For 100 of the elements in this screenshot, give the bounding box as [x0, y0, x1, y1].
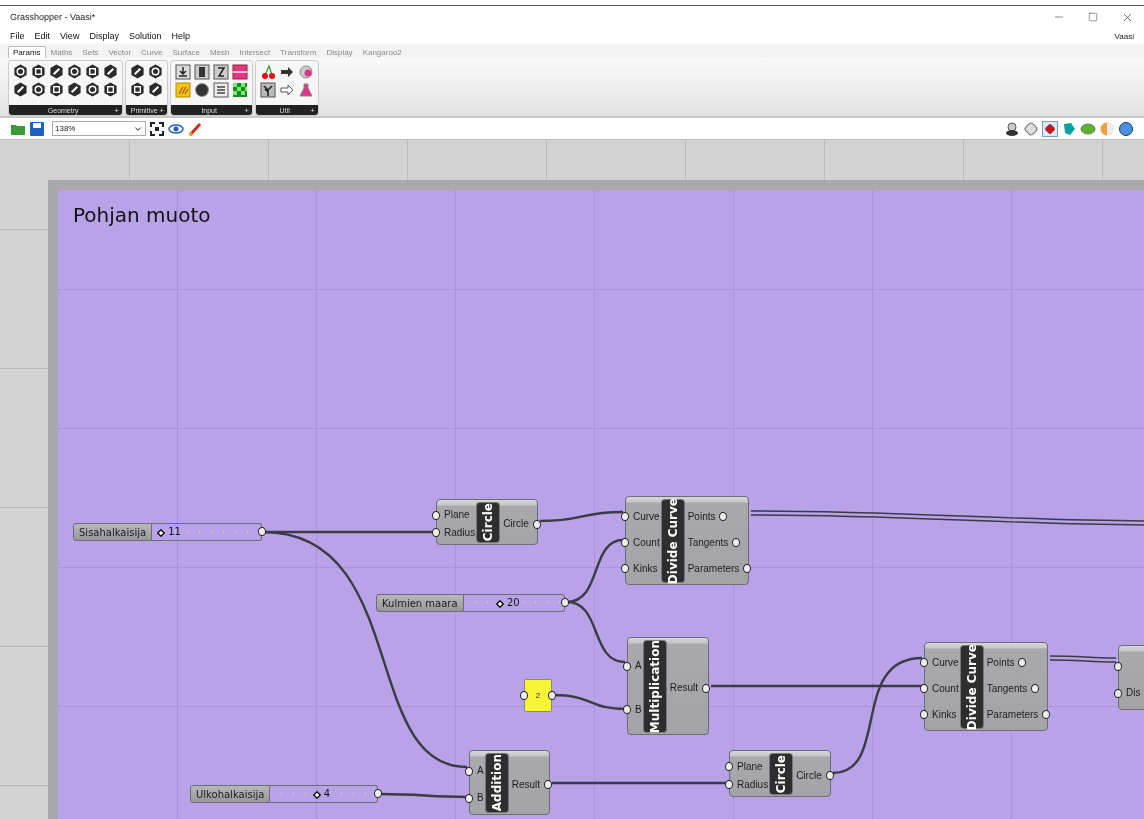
checker-icon[interactable]: [232, 82, 248, 98]
ribbon-tab[interactable]: Surface: [167, 46, 205, 58]
slider-grip-icon[interactable]: [157, 529, 166, 537]
hexagon-icon[interactable]: [13, 64, 28, 79]
input-port[interactable]: [520, 691, 528, 700]
output-port[interactable]: [1042, 710, 1051, 719]
input-port[interactable]: [465, 793, 473, 803]
hexagon-icon[interactable]: [13, 82, 28, 97]
zoom-extents-icon[interactable]: [149, 120, 165, 137]
output-port[interactable]: [743, 564, 752, 573]
ribbon-tab[interactable]: Curve: [136, 46, 168, 58]
hexagon-icon[interactable]: [85, 82, 100, 97]
globe-icon[interactable]: [1118, 120, 1134, 137]
output-label: Points: [687, 510, 716, 522]
hexagon-icon[interactable]: [31, 64, 46, 79]
input-port[interactable]: [1114, 661, 1122, 671]
ribbon-tab[interactable]: Params: [8, 46, 46, 58]
hexagon-icon[interactable]: [130, 64, 145, 79]
expand-button[interactable]: +: [159, 105, 164, 115]
output-port[interactable]: [561, 598, 569, 607]
output-port[interactable]: [732, 538, 741, 547]
output-port[interactable]: [374, 789, 382, 798]
input-label: Kinks: [932, 708, 957, 720]
gradient-icon[interactable]: [232, 64, 248, 80]
list-icon[interactable]: [213, 82, 229, 98]
input-label: Curve: [633, 510, 660, 522]
hexagon-icon[interactable]: [130, 82, 145, 97]
wire: [566, 600, 626, 664]
menu-item[interactable]: File: [10, 31, 25, 41]
shaded-icon[interactable]: [1042, 120, 1058, 137]
hexagon-icon[interactable]: [148, 64, 163, 79]
output-port[interactable]: [1018, 658, 1027, 667]
flask-icon[interactable]: [298, 82, 314, 98]
slider-track[interactable]: 4: [270, 785, 378, 803]
hexagon-icon[interactable]: [49, 64, 64, 79]
menu-item[interactable]: View: [60, 31, 80, 41]
slider-track[interactable]: 20: [463, 594, 565, 612]
menu-item[interactable]: Help: [171, 31, 190, 41]
hexagon-icon[interactable]: [67, 82, 82, 97]
save-icon[interactable]: [29, 120, 45, 137]
output-label: Parameters: [687, 562, 740, 574]
cherry-icon[interactable]: [260, 64, 276, 80]
ellipsoid-icon[interactable]: [1080, 120, 1096, 137]
input-port[interactable]: [920, 684, 928, 693]
output-port[interactable]: [548, 691, 556, 700]
input-port[interactable]: [465, 766, 473, 776]
component-title: Addition: [485, 754, 508, 812]
output-label: Tangents: [986, 682, 1028, 694]
number-panel[interactable]: 2: [524, 679, 552, 712]
outline-arrow-icon[interactable]: [279, 82, 295, 98]
slider-label: Sisahalkaisija: [73, 523, 153, 541]
arrow-icon[interactable]: [279, 64, 295, 80]
component-title: Circle: [477, 503, 500, 542]
input-port[interactable]: [623, 661, 631, 671]
expand-button[interactable]: +: [114, 105, 119, 115]
slider-grip-icon[interactable]: [495, 600, 504, 608]
input-port[interactable]: [920, 658, 928, 667]
slider-grip-icon[interactable]: [312, 791, 321, 799]
solid-icon[interactable]: [1061, 120, 1077, 137]
input-port[interactable]: [920, 710, 928, 719]
tree-icon[interactable]: [260, 82, 276, 98]
input-label: Count: [932, 682, 959, 694]
menu-item[interactable]: Solution: [128, 31, 162, 41]
circle-icon[interactable]: [194, 82, 210, 98]
output-port[interactable]: [544, 780, 553, 789]
slider-value: 11: [168, 526, 181, 537]
hexagon-icon[interactable]: [49, 82, 64, 97]
document-label: Vaasi: [1114, 31, 1134, 41]
input-port[interactable]: [623, 705, 631, 715]
expand-button[interactable]: +: [310, 105, 315, 115]
output-port[interactable]: [702, 683, 711, 693]
hexagon-icon[interactable]: [103, 82, 118, 97]
hexagon-icon[interactable]: [67, 64, 82, 79]
brush-icon[interactable]: [187, 120, 203, 137]
menu-item[interactable]: Edit: [34, 31, 51, 41]
input-label: Curve: [932, 656, 959, 668]
output-port[interactable]: [825, 771, 834, 780]
output-port[interactable]: [1031, 684, 1040, 693]
hexagon-icon[interactable]: [31, 82, 46, 97]
zoom-field[interactable]: 138%: [52, 121, 146, 136]
input-port[interactable]: [621, 512, 629, 521]
slider-track[interactable]: 11: [152, 523, 262, 541]
expand-button[interactable]: +: [244, 105, 249, 115]
toggle-icon[interactable]: [194, 64, 210, 80]
input-port[interactable]: [621, 538, 629, 547]
hexagon-icon[interactable]: [148, 82, 163, 97]
output-port[interactable]: [719, 512, 728, 521]
output-label: Parameters: [986, 708, 1039, 720]
menu-item[interactable]: Display: [89, 31, 119, 41]
output-port[interactable]: [532, 519, 541, 529]
window-title: Grasshopper - Vaasi*: [10, 12, 97, 22]
output-port[interactable]: [258, 527, 266, 536]
input-label: Radius: [444, 526, 476, 538]
hexagon-icon[interactable]: [85, 64, 100, 79]
input-port[interactable]: [1114, 688, 1122, 698]
hexagon-icon[interactable]: [103, 64, 118, 79]
download-icon[interactable]: [175, 64, 191, 80]
input-label: Count: [633, 536, 660, 548]
ball-icon[interactable]: [298, 64, 314, 80]
input-port[interactable]: [621, 564, 629, 573]
